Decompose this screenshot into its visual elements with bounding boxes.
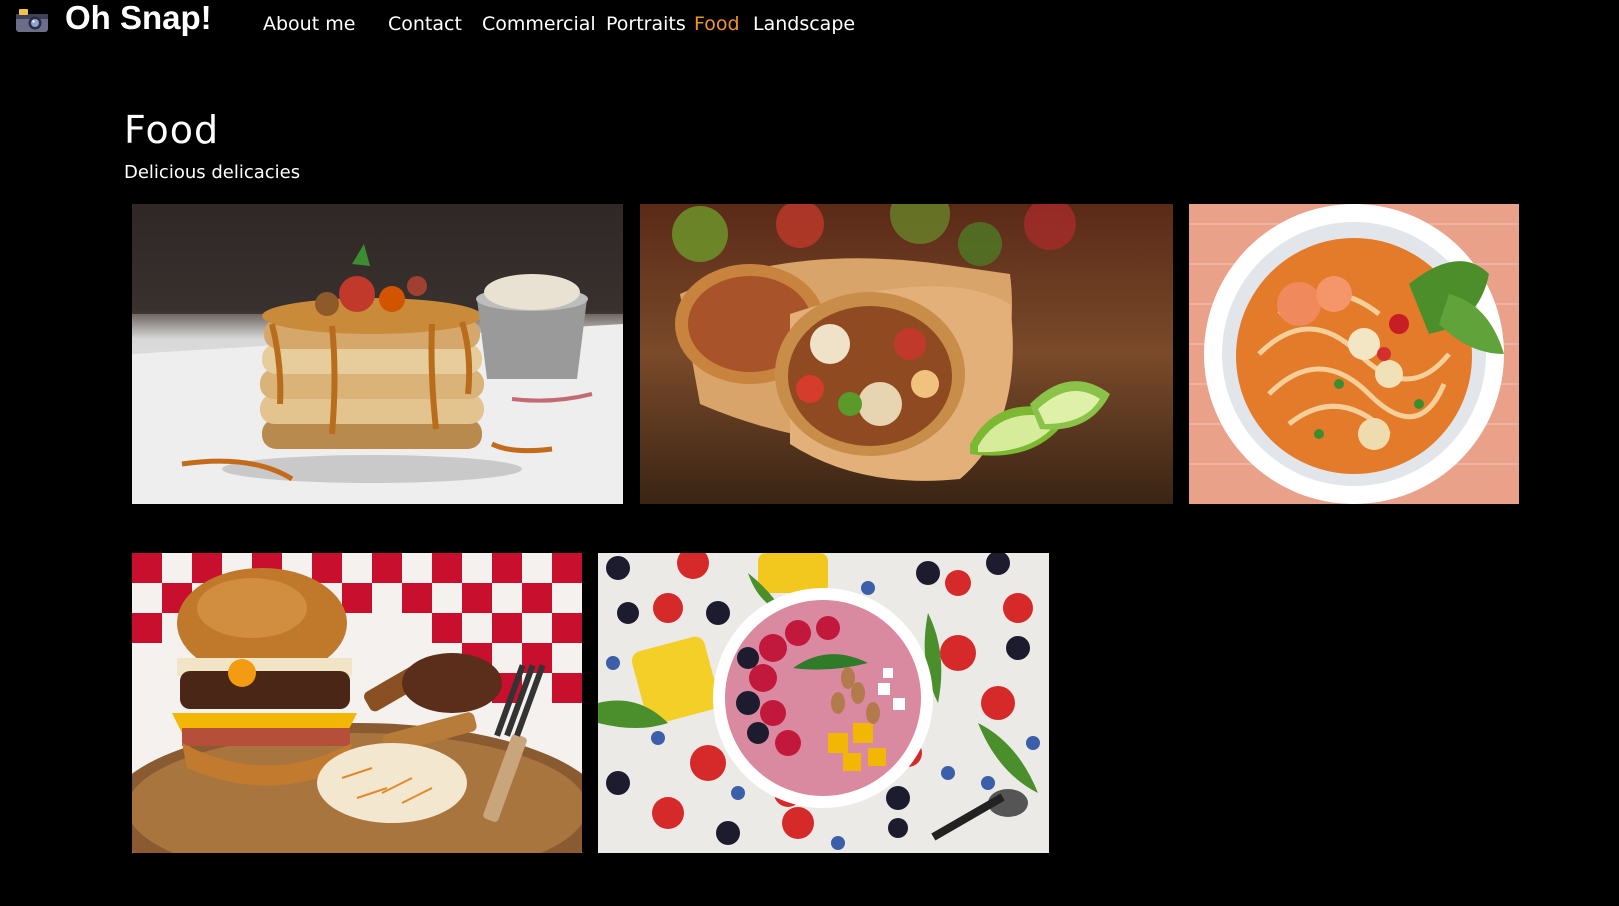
burger-photo[interactable] bbox=[132, 553, 582, 853]
nav-portraits[interactable]: Portraits bbox=[606, 12, 686, 36]
nav-food[interactable]: Food bbox=[694, 12, 740, 36]
camera-icon[interactable] bbox=[15, 7, 49, 33]
page-subtitle: Delicious delicacies bbox=[124, 162, 301, 183]
nav-commercial[interactable]: Commercial bbox=[482, 12, 596, 36]
nav-contact[interactable]: Contact bbox=[388, 12, 462, 36]
brand-title[interactable]: Oh Snap! bbox=[65, 0, 212, 36]
nav-landscape[interactable]: Landscape bbox=[753, 12, 855, 36]
site-header: Oh Snap! About me Contact Commercial Por… bbox=[0, 0, 1619, 50]
page-title: Food bbox=[124, 108, 220, 152]
nav-about-me[interactable]: About me bbox=[263, 12, 355, 36]
pancakes-photo[interactable] bbox=[132, 204, 623, 504]
fruit-bowl-photo[interactable] bbox=[598, 553, 1049, 853]
noodle-soup-photo[interactable] bbox=[1189, 204, 1519, 504]
burrito-photo[interactable] bbox=[640, 204, 1173, 504]
